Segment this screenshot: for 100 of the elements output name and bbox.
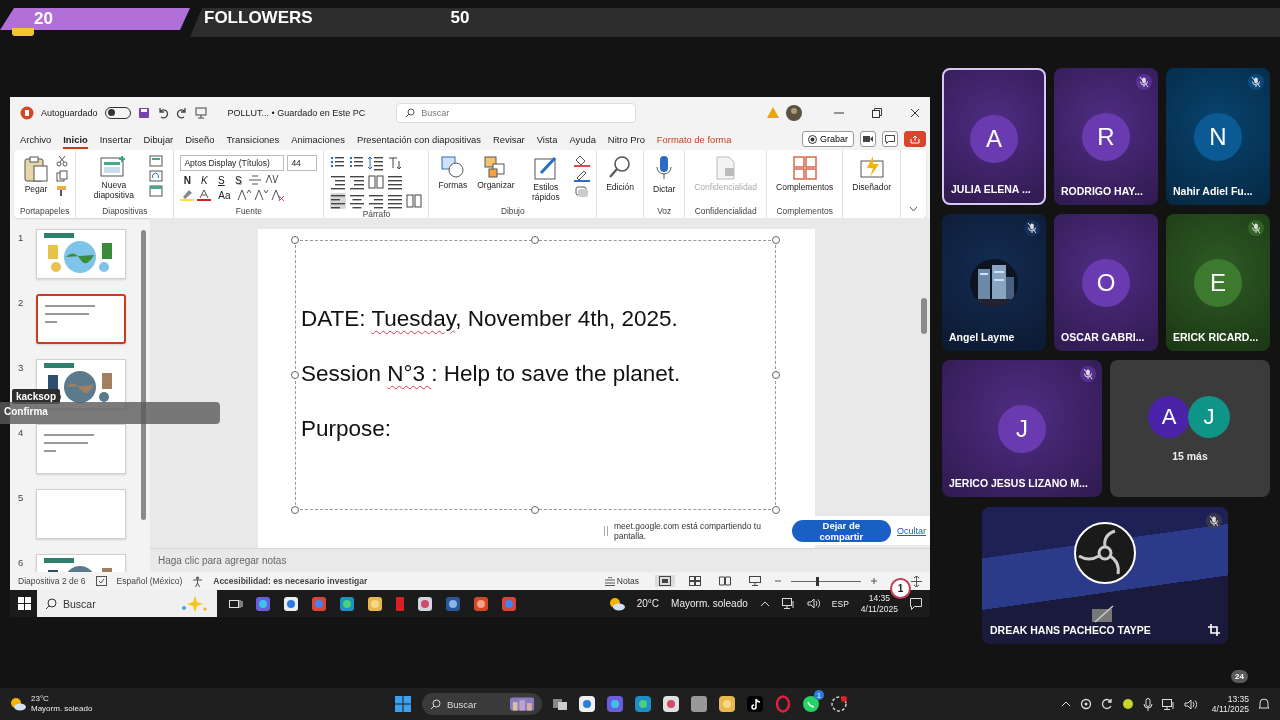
- snip-icon[interactable]: [662, 695, 680, 713]
- sync-icon[interactable]: [1079, 698, 1092, 710]
- columns-icon[interactable]: [368, 174, 385, 190]
- menu-tab[interactable]: Formato de forma: [650, 130, 738, 148]
- weather-icon[interactable]: [10, 697, 26, 711]
- clipboard-icon[interactable]: [23, 155, 49, 183]
- search-field[interactable]: Buscar: [396, 102, 637, 123]
- decrease-indent-icon[interactable]: [330, 174, 347, 190]
- participant-tile[interactable]: R RODRIGO HAY...: [1054, 68, 1158, 205]
- font-size-field[interactable]: 44: [287, 155, 318, 171]
- notification-icon[interactable]: [1258, 698, 1270, 710]
- ribbon-button[interactable]: Complementos: [773, 153, 837, 195]
- resize-handle[interactable]: [772, 371, 780, 379]
- format-button[interactable]: S: [231, 174, 246, 186]
- resize-handle[interactable]: [531, 506, 539, 514]
- windows-logo-icon[interactable]: [394, 695, 412, 713]
- browser-icon[interactable]: [501, 595, 517, 612]
- font-color-icon[interactable]: [197, 189, 212, 201]
- accessibility-status[interactable]: Accesibilidad: es necesario investigar: [213, 576, 368, 586]
- menu-tab[interactable]: Inicio: [57, 130, 94, 148]
- participant-tile[interactable]: E ERICK RICARD...: [1166, 214, 1270, 351]
- windows-logo-icon[interactable]: [18, 597, 31, 610]
- palette-icon[interactable]: [417, 595, 433, 612]
- menu-tab[interactable]: Transiciones: [220, 130, 286, 148]
- document-icon[interactable]: [445, 595, 461, 612]
- pen-square-icon[interactable]: [532, 155, 559, 181]
- fit-slide-icon[interactable]: [911, 575, 922, 587]
- participant-tile[interactable]: N Nahir Adiel Fu...: [1166, 68, 1270, 205]
- refresh-icon[interactable]: [1100, 698, 1113, 710]
- justify-icon[interactable]: [387, 193, 404, 209]
- ring-icon[interactable]: [774, 695, 792, 713]
- format-painter-icon[interactable]: [56, 185, 68, 197]
- shrink-font-icon[interactable]: [254, 189, 269, 201]
- highlighter-icon[interactable]: [180, 189, 195, 201]
- line-spacing-icon[interactable]: [368, 155, 385, 171]
- swirl-icon[interactable]: [255, 595, 271, 612]
- menu-tab[interactable]: Vista: [530, 130, 564, 148]
- participant-tile[interactable]: J JERICO JESUS LIZANO M...: [942, 360, 1102, 497]
- shopping-bag-icon[interactable]: [283, 595, 299, 612]
- ribbon-button[interactable]: Nueva diapositiva: [82, 153, 146, 203]
- comments-button[interactable]: [882, 131, 898, 147]
- accessibility-icon[interactable]: [192, 575, 204, 587]
- music-note-icon[interactable]: [746, 695, 764, 713]
- network-icon[interactable]: [1161, 698, 1175, 710]
- notes-placeholder[interactable]: Haga clic para agregar notas: [150, 548, 930, 572]
- notification-icon[interactable]: [910, 597, 922, 610]
- clear-format-icon[interactable]: [271, 189, 286, 201]
- input-language[interactable]: ESP: [831, 598, 849, 609]
- undo-icon[interactable]: [156, 106, 169, 119]
- app-logo-icon[interactable]: [20, 105, 34, 120]
- grow-font-icon[interactable]: [237, 189, 252, 201]
- close-icon[interactable]: [910, 107, 920, 118]
- camera-button[interactable]: [860, 131, 876, 147]
- ribbon-button[interactable]: Pegar: [20, 153, 52, 197]
- resize-handle[interactable]: [291, 371, 299, 379]
- stop-sharing-button[interactable]: Dejar de compartir: [791, 519, 891, 542]
- resize-handle[interactable]: [772, 506, 780, 514]
- ribbon-button[interactable]: Edición: [603, 153, 637, 195]
- character-spacing-icon[interactable]: [265, 174, 280, 186]
- menu-tab[interactable]: Archivo: [14, 130, 58, 148]
- volume-icon[interactable]: [1183, 698, 1197, 710]
- network-icon[interactable]: [781, 598, 795, 609]
- menu-tab[interactable]: Nitro Pro: [601, 130, 651, 148]
- format-button[interactable]: S: [214, 174, 229, 186]
- resize-handle[interactable]: [291, 506, 299, 514]
- browser-icon[interactable]: [311, 595, 327, 612]
- wave-icon[interactable]: [634, 695, 652, 713]
- weather-icon[interactable]: [608, 596, 625, 611]
- normal-view-icon[interactable]: [659, 576, 671, 586]
- drag-handle-icon[interactable]: [604, 525, 608, 536]
- menu-tab[interactable]: Ayuda: [563, 130, 602, 148]
- dotted-circle-icon[interactable]: [830, 695, 848, 713]
- folder-icon[interactable]: [718, 695, 736, 713]
- wave-icon[interactable]: [339, 595, 355, 612]
- fill-icon[interactable]: [574, 155, 591, 167]
- avatar-icon[interactable]: [786, 104, 802, 121]
- participant-tile[interactable]: O OSCAR GABRI...: [1054, 214, 1158, 351]
- volume-icon[interactable]: [806, 598, 820, 609]
- present-icon[interactable]: [194, 106, 207, 119]
- align-left-icon[interactable]: [330, 193, 347, 209]
- document-title[interactable]: POLLUT... • Guardado en Este PC: [227, 107, 366, 118]
- crop-icon[interactable]: [1208, 624, 1220, 636]
- align-center-icon[interactable]: [349, 193, 366, 209]
- reading-view-icon[interactable]: [719, 576, 731, 586]
- restore-icon[interactable]: [872, 107, 882, 118]
- format-button[interactable]: N: [180, 174, 195, 186]
- zoom-thumb[interactable]: [815, 576, 819, 586]
- grid-icon[interactable]: [791, 155, 818, 181]
- participant-tile[interactable]: Angel Layme: [942, 214, 1046, 351]
- collapse-icon[interactable]: [909, 206, 918, 212]
- resize-handle[interactable]: [772, 236, 780, 244]
- participant-tile[interactable]: A JULIA ELENA ...: [942, 68, 1046, 205]
- copy-icon[interactable]: [56, 170, 68, 182]
- new-slide-icon[interactable]: [99, 155, 128, 179]
- align-text-icon[interactable]: [387, 174, 404, 190]
- microphone-icon[interactable]: [1142, 697, 1153, 711]
- ribbon-button[interactable]: Formas: [435, 153, 471, 193]
- shopping-bag-icon[interactable]: [578, 695, 596, 713]
- view-button[interactable]: [655, 575, 675, 587]
- ribbon-button[interactable]: Organizar: [474, 153, 518, 193]
